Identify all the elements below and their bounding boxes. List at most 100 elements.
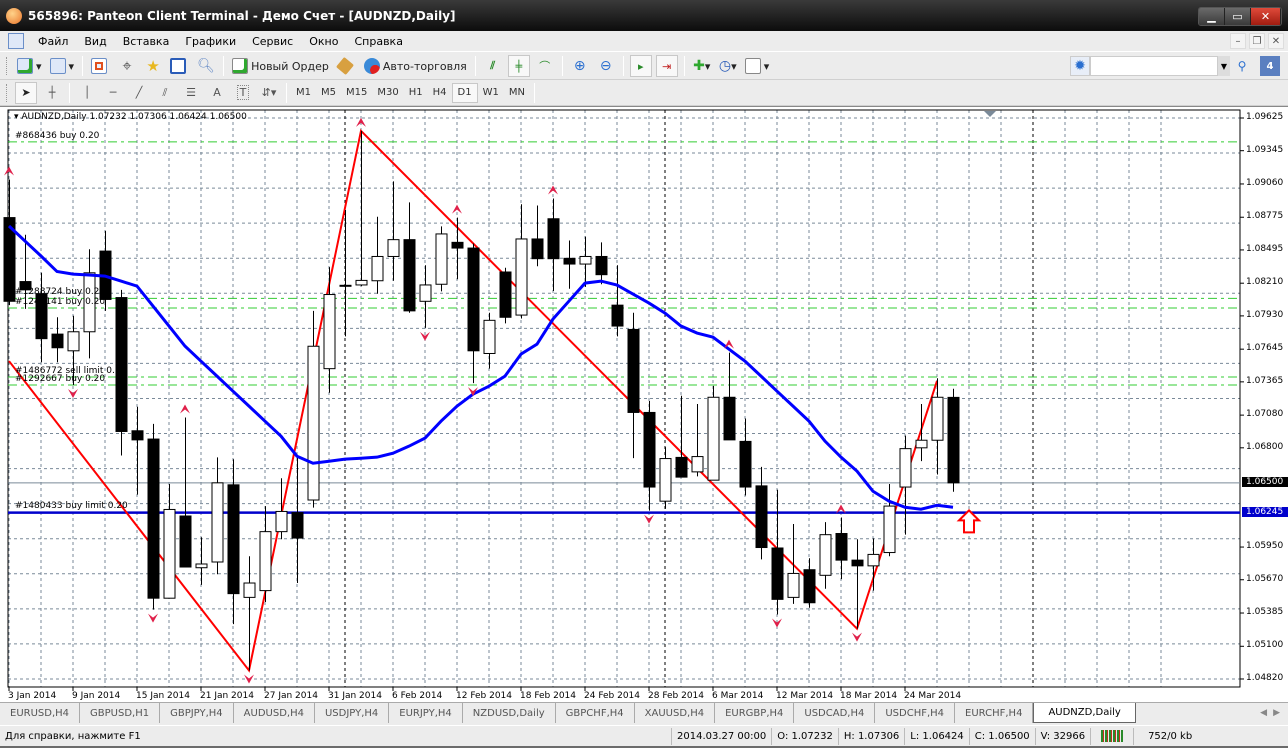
price-chart[interactable]	[0, 107, 1288, 703]
text-tool-icon: A	[213, 86, 221, 99]
text-label-tool[interactable]: T	[232, 82, 254, 104]
status-help: Для справки, нажмите F1	[0, 727, 672, 745]
timeframe-d1[interactable]: D1	[451, 82, 478, 103]
cursor-tool[interactable]: ➤	[15, 81, 37, 104]
search-button[interactable]: ⚲	[1232, 56, 1252, 76]
new-chart-button[interactable]: ▾	[15, 55, 44, 77]
tab-scroll-left-icon[interactable]: ◀	[1260, 708, 1267, 718]
zoom-out-button[interactable]: ⊖	[595, 55, 617, 77]
templates-button[interactable]: ▾	[743, 55, 772, 77]
crosshair-tool[interactable]: ┼	[41, 82, 63, 104]
toolbar-grip[interactable]	[6, 57, 9, 75]
notifications-button[interactable]: 4	[1260, 56, 1280, 76]
arrows-tool[interactable]: ⇵▾	[258, 82, 280, 104]
close-button[interactable]: ✕	[1251, 8, 1281, 25]
timeframe-m1[interactable]: M1	[291, 83, 316, 103]
date-tick-label: 3 Jan 2014	[8, 691, 57, 701]
minimize-button[interactable]: ▁	[1199, 8, 1225, 25]
indicators-button[interactable]: ✚ ▾	[691, 55, 713, 77]
fractal-down-icon	[68, 389, 78, 399]
search-dropdown-button[interactable]: ▼	[1218, 56, 1230, 76]
chart-tab[interactable]: GBPJPY,H4	[160, 703, 234, 723]
new-order-button[interactable]: Новый Ордер	[230, 55, 331, 77]
expert-book-button[interactable]	[335, 55, 358, 77]
menu-file[interactable]: Файл	[30, 35, 76, 48]
order-label[interactable]: #868436 buy 0.20	[15, 131, 99, 141]
chart-tab[interactable]: USDCAD,H4	[794, 703, 876, 723]
candlestick-chart-button[interactable]: ╪	[507, 55, 530, 77]
order-label[interactable]: #1242141 buy 0.20	[15, 297, 105, 307]
menu-insert[interactable]: Вставка	[115, 35, 178, 48]
bar-chart-button[interactable]: ⫽	[482, 55, 504, 77]
search-input[interactable]	[1090, 56, 1218, 76]
menu-window[interactable]: Окно	[301, 35, 346, 48]
autoscroll-button[interactable]: ▸	[629, 55, 652, 77]
tab-scroll-right-icon[interactable]: ▶	[1273, 708, 1280, 718]
connection-status-icon[interactable]	[1091, 727, 1135, 745]
data-window-button[interactable]: ⌖	[116, 55, 138, 77]
chart-tab[interactable]: NZDUSD,Daily	[463, 703, 556, 723]
price-tick-label: 1.05950	[1246, 541, 1284, 552]
navigator-button[interactable]: ★	[142, 55, 164, 77]
chart-tab[interactable]: AUDNZD,Daily	[1033, 703, 1136, 723]
maximize-button[interactable]: ▭	[1225, 8, 1251, 25]
chart-shift-button[interactable]: ⇥	[655, 55, 678, 77]
timeframe-h4[interactable]: H4	[428, 83, 452, 103]
chart-tab[interactable]: GBPCHF,H4	[556, 703, 635, 723]
strategy-tester-button[interactable]: 🔍︎	[195, 55, 217, 77]
equidistant-channel-tool[interactable]: ⫽	[154, 82, 176, 104]
vertical-line-tool[interactable]: │	[76, 82, 98, 104]
chart-tab[interactable]: AUDUSD,H4	[234, 703, 315, 723]
chart-tab[interactable]: EURCHF,H4	[955, 703, 1034, 723]
horizontal-line-tool[interactable]: ─	[102, 82, 124, 104]
menu-tools[interactable]: Сервис	[244, 35, 301, 48]
timeframe-m5[interactable]: M5	[316, 83, 341, 103]
bear-candle	[227, 459, 240, 625]
terminal-icon	[170, 58, 187, 74]
gear-icon[interactable]: ✹	[1070, 56, 1090, 76]
chart-tab[interactable]: EURJPY,H4	[389, 703, 463, 723]
timeframe-h1[interactable]: H1	[404, 83, 428, 103]
line-chart-button[interactable]: ⌒	[534, 55, 556, 77]
search-icon: ⚲	[1237, 59, 1247, 73]
bear-candle	[499, 267, 512, 324]
chart-tab[interactable]: XAUUSD,H4	[635, 703, 716, 723]
chart-tab[interactable]: USDCHF,H4	[875, 703, 956, 723]
menu-charts[interactable]: Графики	[177, 35, 244, 48]
chart-tab[interactable]: EURGBP,H4	[715, 703, 795, 723]
mdi-close-button[interactable]: ✕	[1268, 33, 1284, 49]
candle-body	[819, 534, 832, 576]
chart-window[interactable]: ▾ AUDNZD,Daily 1.07232 1.07306 1.06424 1…	[0, 106, 1288, 702]
order-label[interactable]: #1480433 buy limit 0.20	[15, 501, 128, 511]
timeframe-m15[interactable]: M15	[341, 83, 372, 103]
candle-body	[259, 531, 272, 592]
chart-tab[interactable]: USDJPY,H4	[315, 703, 390, 723]
periods-button[interactable]: ◷ ▾	[717, 55, 739, 77]
zoom-in-button[interactable]: ⊕	[569, 55, 591, 77]
candle-body	[611, 304, 624, 327]
timeframe-m30[interactable]: M30	[372, 83, 403, 103]
order-label[interactable]: #1288724 buy 0.20	[15, 287, 105, 297]
profiles-button[interactable]: ▾	[48, 55, 77, 77]
menu-view[interactable]: Вид	[76, 35, 114, 48]
market-watch-button[interactable]	[89, 55, 112, 77]
terminal-button[interactable]	[168, 55, 191, 77]
menu-help[interactable]: Справка	[346, 35, 410, 48]
timeframe-mn[interactable]: MN	[504, 83, 530, 103]
line-chart-icon: ⌒	[539, 60, 551, 73]
mdi-minimize-button[interactable]: –	[1230, 33, 1246, 49]
chart-window-icon[interactable]	[8, 33, 24, 49]
autotrading-button[interactable]: Авто-торговля	[362, 55, 469, 77]
fibonacci-tool[interactable]: ☰	[180, 82, 202, 104]
toolbar-grip[interactable]	[6, 83, 9, 102]
chart-tab[interactable]: EURUSD,H4	[0, 703, 81, 723]
candle-body	[867, 553, 880, 567]
date-tick-label: 24 Feb 2014	[584, 691, 641, 701]
mdi-restore-button[interactable]: ❐	[1249, 33, 1265, 49]
trendline-tool[interactable]: ╱	[128, 82, 150, 104]
timeframe-w1[interactable]: W1	[478, 83, 504, 103]
text-tool[interactable]: A	[206, 82, 228, 104]
order-label[interactable]: #1292667 buy 0.20	[15, 374, 105, 384]
chart-tab[interactable]: GBPUSD,H1	[80, 703, 161, 723]
candle-body	[467, 247, 480, 352]
